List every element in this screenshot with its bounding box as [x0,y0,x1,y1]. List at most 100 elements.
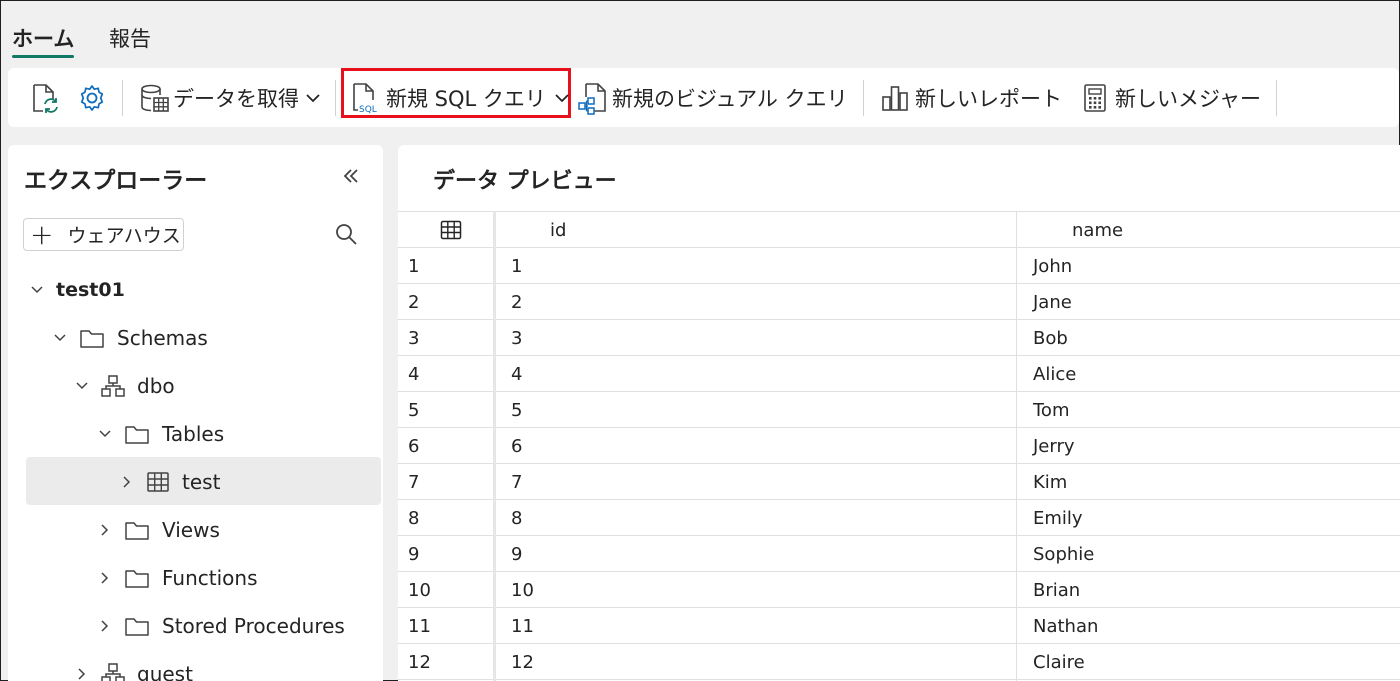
database-icon [141,84,169,112]
row-number-cell: 4 [408,364,420,385]
tree-item-tables[interactable]: Tables [96,411,224,457]
tree-item-dbo[interactable]: dbo [73,363,175,409]
tab-report-label: 報告 [109,27,151,51]
new-measure-label: 新しいメジャー [1115,86,1261,111]
name-cell: Jane [1033,292,1072,313]
table-row[interactable]: 3 3 Bob [398,320,1400,356]
chevron-down-icon[interactable] [96,429,114,439]
chevron-right-icon[interactable] [96,523,114,537]
row-number-cell: 10 [408,580,431,601]
id-cell: 5 [511,400,523,421]
chevron-right-icon[interactable] [73,667,91,681]
tree-item-schemas[interactable]: Schemas [51,315,208,361]
double-chevron-left-icon [343,169,358,183]
row-number-cell: 3 [408,328,420,349]
table-row[interactable]: 7 7 Kim [398,464,1400,500]
tree-item-views[interactable]: Views [96,507,220,553]
tree-item-functions[interactable]: Functions [96,555,258,601]
id-cell: 3 [511,328,523,349]
table-row[interactable]: 10 10 Brian [398,572,1400,608]
table-row[interactable]: 1 1 John [398,248,1400,284]
new-measure-button[interactable]: 新しいメジャー [1081,68,1261,127]
table-row[interactable]: 12 12 Claire [398,644,1400,680]
visual-query-icon [578,82,606,115]
tree-item-label: Stored Procedures [162,614,345,638]
column-header-name[interactable]: name [1072,212,1123,248]
chevron-right-icon[interactable] [96,619,114,633]
tab-home[interactable]: ホーム [12,23,75,58]
table-row[interactable]: 11 11 Nathan [398,608,1400,644]
add-warehouse-button[interactable]: + ウェアハウス [23,218,184,251]
id-cell: 11 [511,616,534,637]
refresh-button[interactable] [30,68,60,127]
table-row[interactable]: 5 5 Tom [398,392,1400,428]
row-number-cell: 5 [408,400,420,421]
top-tab-bar: ホーム 報告 [1,1,1399,67]
chevron-right-icon[interactable] [96,571,114,585]
tree-item-stored-procedures[interactable]: Stored Procedures [96,603,345,649]
column-header-id[interactable]: id [550,212,566,248]
tree-item-label: test [182,470,221,494]
tree-item-label: Views [162,518,220,542]
row-number-divider [493,211,496,681]
tree-item-label: test01 [56,279,125,301]
schema-icon [101,663,125,681]
name-cell: Brian [1033,580,1081,601]
row-number-cell: 2 [408,292,420,313]
table-row[interactable]: 4 4 Alice [398,356,1400,392]
table-row[interactable]: 6 6 Jerry [398,428,1400,464]
id-cell: 10 [511,580,534,601]
chevron-down-icon[interactable] [51,333,69,343]
name-cell: Kim [1033,472,1068,493]
id-cell: 9 [511,544,523,565]
get-data-dropdown[interactable]: データを取得 [139,68,321,127]
grid-header: id name [398,211,1400,248]
row-number-cell: 12 [408,652,431,673]
chevron-down-icon[interactable] [73,381,91,391]
ribbon-divider [1276,80,1277,116]
chevron-down-icon[interactable] [28,285,46,295]
id-cell: 1 [511,256,523,277]
ribbon-toolbar: データを取得 SQL 新規 SQL クエリ 新規のビジュアル クエリ 新しいレポ… [8,68,1399,127]
explorer-title: エクスプローラー [24,168,208,194]
table-row[interactable]: 9 9 Sophie [398,536,1400,572]
sql-document-icon: SQL [353,82,377,115]
new-sql-query-label: 新規 SQL クエリ [386,86,546,111]
chevron-right-icon[interactable] [118,475,136,489]
name-cell: Bob [1033,328,1068,349]
row-number-cell: 11 [408,616,431,637]
tree-item-guest[interactable]: guest [73,651,193,681]
active-tab-indicator [12,55,75,58]
search-button[interactable] [334,222,358,250]
name-cell: Jerry [1033,436,1075,457]
tree-item-test[interactable]: test [118,459,220,505]
collapse-pane-button[interactable] [342,165,360,190]
select-all-button[interactable] [440,212,462,248]
refresh-document-icon [33,83,58,113]
name-cell: Nathan [1033,616,1099,637]
table-row[interactable]: 2 2 Jane [398,284,1400,320]
tree-item-test01[interactable]: test01 [28,267,125,313]
tab-report[interactable]: 報告 [109,23,151,53]
new-report-label: 新しいレポート [915,86,1062,111]
column-divider [1016,211,1017,681]
id-cell: 12 [511,652,534,673]
tree-item-label: Tables [162,422,225,446]
table-row[interactable]: 8 8 Emily [398,500,1400,536]
name-cell: Alice [1033,364,1077,385]
id-cell: 6 [511,436,523,457]
row-number-cell: 9 [408,544,420,565]
tree-item-label: guest [137,662,193,681]
row-number-cell: 6 [408,436,420,457]
new-report-button[interactable]: 新しいレポート [880,68,1062,127]
plus-icon: + [30,217,54,251]
table-icon [146,471,170,493]
folder-icon [124,567,150,589]
svg-text:SQL: SQL [359,105,377,115]
settings-button[interactable] [77,68,107,127]
name-cell: Emily [1033,508,1083,529]
new-sql-query-button[interactable]: SQL 新規 SQL クエリ [349,68,570,127]
tree-item-label: Functions [162,566,258,590]
new-visual-query-button[interactable]: 新規のビジュアル クエリ [577,68,848,127]
row-number-cell: 1 [408,256,420,277]
